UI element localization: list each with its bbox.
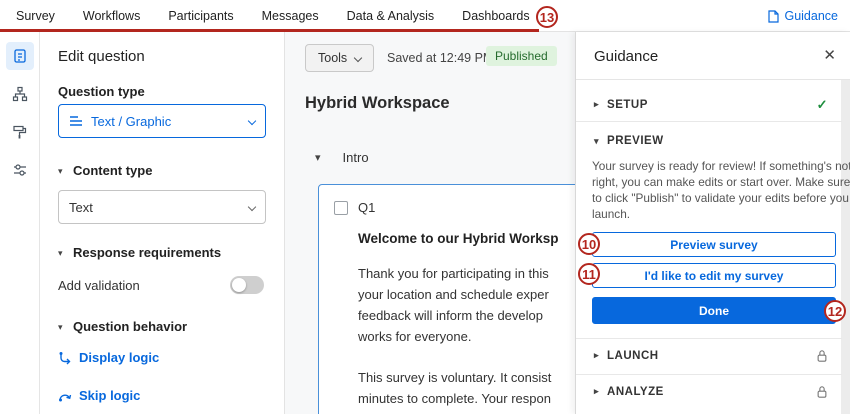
launch-label: LAUNCH [607,350,816,362]
chevron-down-icon [248,117,256,125]
annotation-circle-10: 10 [578,233,600,255]
chevron-down-icon [248,203,256,211]
guidance-link[interactable]: Guidance [768,0,838,32]
nav-item-survey[interactable]: Survey [16,9,55,23]
question-type-select[interactable]: Text / Graphic [58,104,266,138]
question-behavior-label: Question behavior [73,319,187,334]
guidance-section-launch[interactable]: ▸ LAUNCH [576,338,842,372]
annotation-circle-11: 11 [578,263,600,285]
content-type-select[interactable]: Text [58,190,266,224]
display-logic-link[interactable]: Display logic [58,350,159,365]
block-name: Intro [343,150,369,165]
published-badge: Published [486,46,557,66]
guidance-header: Guidance ✕ [576,32,850,80]
survey-options-icon[interactable] [6,156,34,184]
caret-right-icon: ▸ [594,386,599,397]
top-nav-items: Survey Workflows Participants Messages D… [0,9,530,23]
look-and-feel-icon[interactable] [6,118,34,146]
panel-title: Edit question [58,48,145,65]
question-id: Q1 [358,200,375,215]
guidance-link-label: Guidance [784,9,838,23]
nav-item-participants[interactable]: Participants [168,9,233,23]
annotation-circle-13: 13 [536,6,558,28]
caret-down-icon: ▾ [58,322,63,332]
top-nav: Survey Workflows Participants Messages D… [0,0,850,32]
caret-down-icon: ▾ [58,166,63,176]
guidance-section-analyze[interactable]: ▸ ANALYZE [576,374,842,408]
preview-survey-button[interactable]: Preview survey [592,232,836,257]
toggle-knob [232,278,246,292]
close-icon[interactable]: ✕ [823,46,836,64]
question-paragraph-2: This survey is voluntary. It consist min… [358,367,551,414]
survey-title: Hybrid Workspace [305,94,450,113]
nav-item-messages[interactable]: Messages [262,9,319,23]
caret-right-icon: ▸ [594,99,599,110]
analyze-label: ANALYZE [607,386,816,398]
survey-flow-icon[interactable] [6,80,34,108]
nav-item-dashboards[interactable]: Dashboards [462,9,529,23]
question-type-value: Text / Graphic [91,114,243,129]
tools-button[interactable]: Tools [305,44,374,72]
setup-label: SETUP [607,99,817,111]
preview-description: Your survey is ready for review! If some… [592,158,850,222]
display-logic-label: Display logic [79,350,159,365]
skip-logic-label: Skip logic [79,388,140,403]
guidance-scrollbar[interactable] [841,80,850,414]
response-requirements-label: Response requirements [73,245,221,260]
skip-logic-link[interactable]: Skip logic [58,388,140,403]
question-behavior-header[interactable]: ▾ Question behavior [58,318,187,336]
response-requirements-header[interactable]: ▾ Response requirements [58,244,221,262]
add-validation-label: Add validation [58,278,140,293]
content-type-label: Content type [73,163,152,178]
content-type-value: Text [69,200,243,215]
annotation-underline [0,29,539,32]
question-checkbox[interactable] [334,201,348,215]
block-header-intro[interactable]: ▾ Intro [315,150,369,165]
preview-label: PREVIEW [607,135,828,147]
guidance-panel: Guidance ✕ ▸ SETUP ✓ ▾ PREVIEW Your surv… [575,32,850,414]
guidance-doc-icon [768,10,779,23]
caret-down-icon: ▾ [594,136,599,147]
saved-status: Saved at 12:49 PM [387,51,493,65]
text-graphic-icon [69,115,83,127]
nav-item-workflows[interactable]: Workflows [83,9,140,23]
tools-label: Tools [318,51,347,65]
guidance-title: Guidance [594,48,658,65]
add-validation-toggle[interactable] [230,276,264,294]
caret-down-icon: ▾ [315,151,321,164]
nav-item-data-analysis[interactable]: Data & Analysis [347,9,435,23]
chevron-down-icon [354,54,362,62]
done-button[interactable]: Done [592,297,836,324]
checkmark-icon: ✓ [817,97,828,113]
edit-question-panel: Edit question Question type Text / Graph… [40,32,285,414]
skip-logic-icon [58,389,72,403]
lock-icon [816,385,828,399]
guidance-section-preview[interactable]: ▾ PREVIEW [576,124,842,158]
content-type-header[interactable]: ▾ Content type [58,162,152,180]
caret-right-icon: ▸ [594,350,599,361]
question-type-label: Question type [58,84,145,99]
annotation-circle-12: 12 [824,300,846,322]
lock-icon [816,349,828,363]
survey-builder-icon[interactable] [6,42,34,70]
caret-down-icon: ▾ [58,248,63,258]
display-logic-icon [58,351,72,365]
left-icon-rail [0,32,40,414]
question-paragraph-1: Thank you for participating in this your… [358,263,549,347]
question-title: Welcome to our Hybrid Worksp [358,231,559,246]
guidance-section-setup[interactable]: ▸ SETUP ✓ [576,88,842,122]
edit-survey-button[interactable]: I'd like to edit my survey [592,263,836,288]
